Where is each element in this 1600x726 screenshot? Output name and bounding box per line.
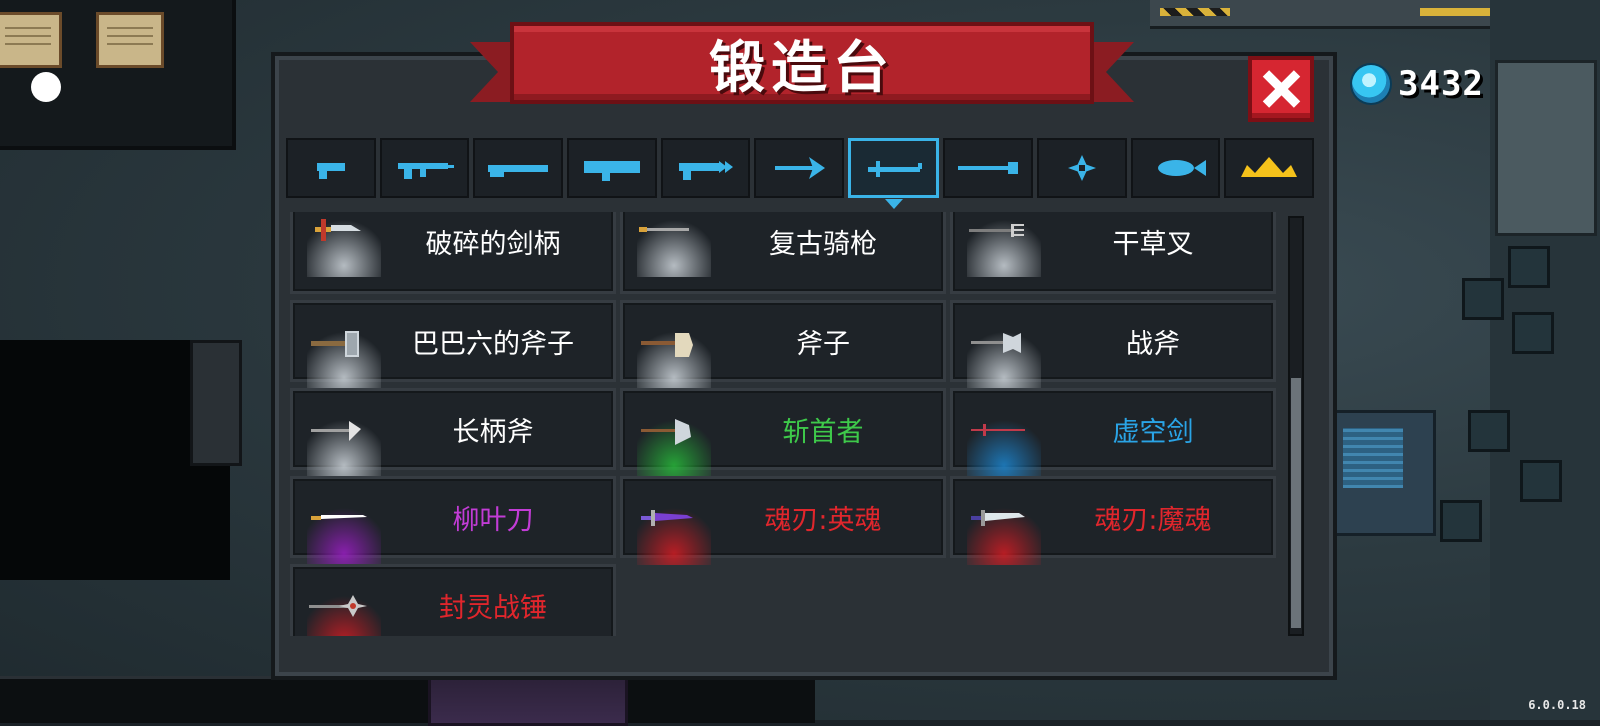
battle-axe-icon bbox=[971, 333, 1021, 353]
weapon-name: 魂刃:英魂 bbox=[764, 504, 882, 536]
close-icon bbox=[1263, 71, 1299, 107]
weapon-item[interactable]: 干草叉 bbox=[950, 212, 1276, 294]
shuriken-icon bbox=[1067, 155, 1096, 181]
crown-icon bbox=[1241, 157, 1298, 177]
background-crate bbox=[1468, 410, 1510, 452]
weapon-name: 封灵战锤 bbox=[439, 592, 547, 624]
shotgun-icon bbox=[488, 165, 549, 177]
background-rail bbox=[1150, 0, 1490, 29]
background-crate bbox=[1508, 246, 1550, 288]
weapon-name: 斩首者 bbox=[782, 416, 864, 448]
pitchfork-icon bbox=[969, 224, 1024, 237]
joystick-indicator[interactable] bbox=[31, 72, 61, 102]
tab-crown[interactable] bbox=[1224, 138, 1315, 198]
tab-fish[interactable] bbox=[1130, 138, 1221, 198]
weapon-name: 魂刃:魔魂 bbox=[1094, 504, 1212, 536]
weapon-item[interactable]: 虚空剑 bbox=[950, 388, 1276, 477]
weapon-item[interactable]: 巴巴六的斧子 bbox=[290, 300, 616, 389]
retro-lance-icon bbox=[639, 227, 689, 232]
weapon-name: 斧子 bbox=[796, 328, 850, 360]
weapon-item[interactable]: 柳叶刀 bbox=[290, 476, 616, 565]
willow-blade-icon bbox=[311, 515, 367, 520]
executioner-axe-icon bbox=[641, 419, 691, 445]
weapon-item[interactable]: 斩首者 bbox=[620, 388, 946, 477]
tab-bow[interactable] bbox=[754, 138, 844, 198]
tab-laser-gun[interactable] bbox=[660, 138, 751, 198]
background-crate bbox=[1440, 500, 1482, 542]
assault-rifle-icon bbox=[398, 163, 455, 179]
weapon-name: 破碎的剑柄 bbox=[425, 228, 561, 260]
weapon-item[interactable]: 封灵战锤 bbox=[290, 564, 616, 636]
weapon-item[interactable]: 魂刃:英魂 bbox=[620, 476, 946, 565]
page-title: 锻造台 bbox=[709, 35, 895, 101]
tab-melee-weapon[interactable] bbox=[847, 138, 940, 209]
background-desk bbox=[1330, 410, 1436, 536]
tab-staff[interactable] bbox=[943, 138, 1034, 198]
fish-icon bbox=[1157, 160, 1206, 176]
close-button[interactable] bbox=[1248, 56, 1314, 122]
background-machine bbox=[1495, 60, 1597, 236]
spirit-seal-hammer-icon bbox=[309, 595, 367, 617]
void-sword-icon bbox=[971, 424, 1025, 436]
weapon-item[interactable]: 斧子 bbox=[620, 300, 946, 389]
notice-board bbox=[0, 12, 62, 68]
weapon-item[interactable]: 魂刃:魔魂 bbox=[950, 476, 1276, 565]
halberd-icon bbox=[311, 421, 361, 441]
weapon-item[interactable]: 战斧 bbox=[950, 300, 1276, 389]
hatchet-icon bbox=[311, 331, 359, 357]
tab-shotgun[interactable] bbox=[473, 138, 563, 198]
weapon-name: 柳叶刀 bbox=[452, 504, 534, 536]
broken-sword-hilt-icon bbox=[315, 219, 361, 241]
background-crate bbox=[1520, 460, 1562, 502]
axe-icon bbox=[641, 333, 693, 357]
melee-weapon-icon bbox=[867, 161, 922, 177]
weapon-item[interactable]: 长柄斧 bbox=[290, 388, 616, 477]
weapon-name: 干草叉 bbox=[1112, 228, 1194, 260]
launcher-icon bbox=[583, 161, 640, 181]
gem-count: 3432 bbox=[1398, 64, 1484, 104]
laser-gun-icon bbox=[679, 161, 734, 180]
notice-board bbox=[96, 12, 164, 68]
weapon-item[interactable]: 复古骑枪 bbox=[620, 212, 946, 294]
pistol-icon bbox=[316, 163, 345, 179]
staff-icon bbox=[958, 162, 1019, 174]
scrollbar-thumb[interactable] bbox=[1291, 378, 1301, 628]
tab-launcher[interactable] bbox=[566, 138, 657, 198]
gem-counter: 3432 bbox=[1352, 64, 1484, 104]
weapon-name: 巴巴六的斧子 bbox=[412, 328, 574, 360]
weapon-name: 长柄斧 bbox=[452, 416, 534, 448]
bow-icon bbox=[775, 157, 826, 179]
weapon-name: 战斧 bbox=[1126, 328, 1180, 360]
weapon-item[interactable]: 破碎的剑柄 bbox=[290, 212, 616, 294]
tab-pistol[interactable] bbox=[286, 138, 376, 198]
background-crate bbox=[1462, 278, 1504, 320]
weapon-name: 复古骑枪 bbox=[769, 228, 877, 260]
banner-main: 锻造台 bbox=[510, 22, 1094, 104]
background-wall bbox=[0, 676, 815, 723]
title-banner: 锻造台 bbox=[470, 22, 1094, 118]
tab-assault-rifle[interactable] bbox=[379, 138, 470, 198]
tab-shuriken[interactable] bbox=[1037, 138, 1127, 198]
background-pillar bbox=[190, 340, 242, 466]
weapon-category-tabs bbox=[286, 138, 1315, 209]
background-crate bbox=[1512, 312, 1554, 354]
weapon-grid: 破碎的剑柄 复古骑枪 干草叉 巴巴六的斧子 斧子 战斧 长柄斧 斩首者 虚空剑 … bbox=[290, 212, 1280, 636]
soul-blade-demon-icon bbox=[971, 510, 1025, 526]
scrollbar[interactable] bbox=[1288, 216, 1304, 636]
soul-blade-hero-icon bbox=[641, 510, 693, 526]
weapon-name: 虚空剑 bbox=[1112, 416, 1194, 448]
version-label: 6.0.0.18 bbox=[1528, 698, 1586, 712]
gem-icon bbox=[1352, 65, 1390, 103]
weapon-list[interactable]: 破碎的剑柄 复古骑枪 干草叉 巴巴六的斧子 斧子 战斧 长柄斧 斩首者 虚空剑 … bbox=[290, 212, 1280, 636]
